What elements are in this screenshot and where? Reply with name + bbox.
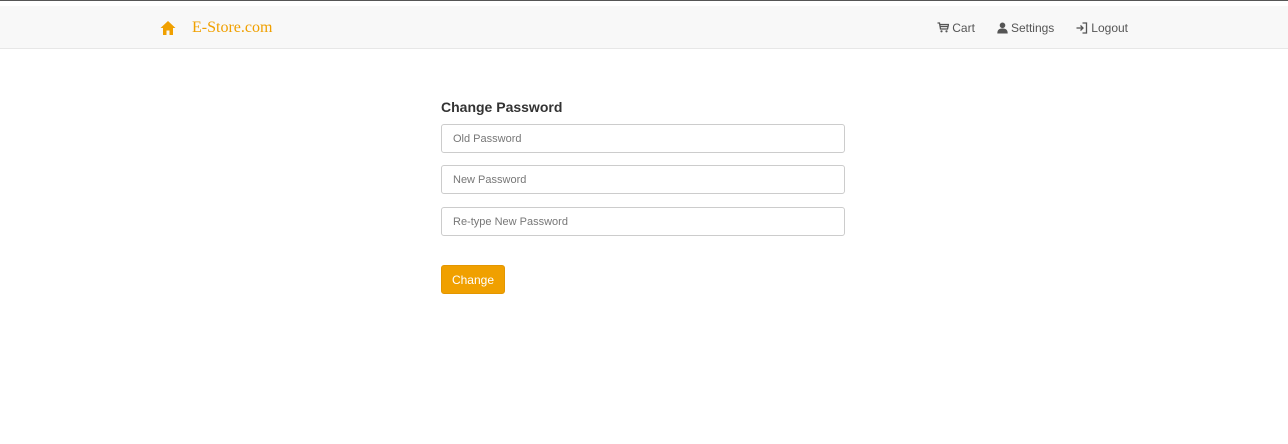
user-icon	[997, 22, 1008, 33]
old-password-input[interactable]	[441, 124, 845, 153]
home-icon	[160, 20, 176, 35]
nav-cart-label: Cart	[952, 20, 975, 35]
retype-password-input[interactable]	[441, 207, 845, 236]
login-arrow-icon	[1076, 21, 1088, 34]
brand-link[interactable]: E-Store.com	[160, 6, 272, 49]
change-button[interactable]: Change	[441, 265, 505, 294]
top-navbar: E-Store.com Cart Settings Logout	[0, 6, 1288, 49]
nav-logout-link[interactable]: Logout	[1076, 21, 1128, 35]
brand-name: E-Store.com	[192, 18, 273, 36]
nav-logout-label: Logout	[1091, 20, 1128, 35]
nav-settings-label: Settings	[1010, 20, 1055, 35]
nav-cart-link[interactable]: Cart	[937, 21, 975, 35]
nav-links: Cart Settings Logout	[915, 6, 1128, 49]
nav-settings-link[interactable]: Settings	[997, 21, 1054, 35]
form-title: Change Password	[441, 99, 563, 115]
change-password-form: Change Password Change	[441, 98, 845, 294]
cart-icon	[937, 22, 950, 33]
new-password-input[interactable]	[441, 165, 845, 194]
